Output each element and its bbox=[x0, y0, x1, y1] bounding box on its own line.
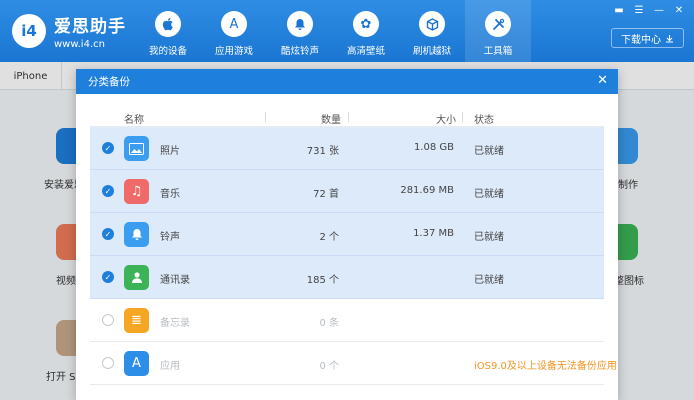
app-logo: i4 爱思助手 www.i4.cn bbox=[12, 12, 126, 50]
row-count: 72 首 bbox=[313, 189, 339, 200]
row-status: 已就绪 bbox=[474, 275, 504, 286]
appstore-icon: A bbox=[221, 11, 247, 37]
download-icon bbox=[666, 34, 673, 43]
table-row-apps: A 应用 0 个 iOS9.0及以上设备无法备份应用 bbox=[90, 342, 617, 385]
column-name-header[interactable]: 名称 bbox=[124, 111, 144, 126]
top-bar: i4 爱思助手 www.i4.cn 我的设备 A 应用游戏 酷炫铃声 ✿ 高清壁… bbox=[0, 0, 694, 62]
table-row-photos[interactable]: ✓ 照片 731 张 1.08 GB 已就绪 bbox=[90, 127, 604, 170]
row-count: 0 条 bbox=[319, 318, 339, 329]
row-count: 0 个 bbox=[319, 361, 339, 372]
main-nav: 我的设备 A 应用游戏 酷炫铃声 ✿ 高清壁纸 刷机越狱 工具箱 bbox=[135, 0, 531, 62]
checkbox-unchecked-icon bbox=[102, 357, 114, 369]
logo-badge: i4 bbox=[12, 14, 46, 48]
download-center-label: 下载中心 bbox=[621, 34, 661, 46]
row-count: 731 张 bbox=[306, 146, 339, 157]
row-name: 应用 bbox=[160, 361, 180, 372]
window-controls: ▬ ☰ — ✕ bbox=[612, 4, 686, 16]
column-divider bbox=[265, 112, 266, 122]
row-size: 1.08 GB bbox=[413, 142, 454, 153]
app-name: 爱思助手 bbox=[54, 17, 126, 37]
dialog-title: 分类备份 bbox=[88, 76, 130, 88]
backup-table: 名称 数量 大小 状态 ✓ 照片 731 张 1.08 GB 已就绪 ✓ ♫ 音… bbox=[90, 107, 617, 385]
column-divider bbox=[462, 112, 463, 122]
row-status: 已就绪 bbox=[474, 232, 504, 243]
row-name: 备忘录 bbox=[160, 318, 190, 329]
nav-flash-jailbreak[interactable]: 刷机越狱 bbox=[399, 0, 465, 62]
flower-icon: ✿ bbox=[353, 11, 379, 37]
checkbox-checked-icon[interactable]: ✓ bbox=[102, 142, 114, 154]
checkbox-checked-icon[interactable]: ✓ bbox=[102, 271, 114, 283]
nav-ringtones[interactable]: 酷炫铃声 bbox=[267, 0, 333, 62]
skin-icon[interactable]: ▬ bbox=[612, 4, 626, 16]
tools-icon bbox=[485, 11, 511, 37]
contacts-icon bbox=[124, 265, 149, 290]
notes-icon: ≣ bbox=[124, 308, 149, 333]
nav-toolbox[interactable]: 工具箱 bbox=[465, 0, 531, 62]
row-status: 已就绪 bbox=[474, 189, 504, 200]
row-size: 1.37 MB bbox=[413, 228, 454, 239]
nav-label: 工具箱 bbox=[483, 46, 513, 57]
row-name: 照片 bbox=[160, 146, 180, 157]
checkbox-checked-icon[interactable]: ✓ bbox=[102, 228, 114, 240]
checkbox-checked-icon[interactable]: ✓ bbox=[102, 185, 114, 197]
table-header: 名称 数量 大小 状态 bbox=[90, 107, 604, 127]
row-name: 铃声 bbox=[160, 232, 180, 243]
column-status-header[interactable]: 状态 bbox=[474, 111, 494, 126]
close-icon[interactable]: ✕ bbox=[597, 73, 608, 88]
column-count-header[interactable]: 数量 bbox=[321, 111, 341, 126]
ringtone-icon bbox=[124, 222, 149, 247]
checkbox-unchecked-icon bbox=[102, 314, 114, 326]
row-size: 281.69 MB bbox=[400, 185, 454, 196]
row-count: 2 个 bbox=[319, 232, 339, 243]
download-center-button[interactable]: 下载中心 bbox=[611, 28, 684, 48]
nav-label: 应用游戏 bbox=[214, 46, 253, 57]
row-name: 通讯录 bbox=[160, 275, 190, 286]
apps-icon: A bbox=[124, 351, 149, 376]
table-row-ringtones[interactable]: ✓ 铃声 2 个 1.37 MB 已就绪 bbox=[90, 213, 604, 256]
box-icon bbox=[419, 11, 445, 37]
minimize-icon[interactable]: — bbox=[652, 4, 666, 16]
nav-label: 我的设备 bbox=[148, 46, 187, 57]
row-count: 185 个 bbox=[306, 275, 339, 286]
table-row-music[interactable]: ✓ ♫ 音乐 72 首 281.69 MB 已就绪 bbox=[90, 170, 604, 213]
table-row-notes: ≣ 备忘录 0 条 bbox=[90, 299, 604, 342]
nav-apps-games[interactable]: A 应用游戏 bbox=[201, 0, 267, 62]
dialog-header: 分类备份 ✕ bbox=[76, 69, 618, 94]
nav-my-device[interactable]: 我的设备 bbox=[135, 0, 201, 62]
close-window-icon[interactable]: ✕ bbox=[672, 4, 686, 16]
row-name: 音乐 bbox=[160, 189, 180, 200]
photos-icon bbox=[124, 136, 149, 161]
nav-label: 酷炫铃声 bbox=[280, 46, 319, 57]
nav-label: 刷机越狱 bbox=[412, 46, 451, 57]
table-row-contacts[interactable]: ✓ 通讯录 185 个 已就绪 bbox=[90, 256, 604, 299]
nav-wallpapers[interactable]: ✿ 高清壁纸 bbox=[333, 0, 399, 62]
row-status-warning: iOS9.0及以上设备无法备份应用 bbox=[474, 361, 617, 372]
column-size-header[interactable]: 大小 bbox=[436, 111, 456, 126]
music-icon: ♫ bbox=[124, 179, 149, 204]
nav-label: 高清壁纸 bbox=[346, 46, 385, 57]
apple-icon bbox=[155, 11, 181, 37]
bell-icon bbox=[287, 11, 313, 37]
category-backup-dialog: 分类备份 ✕ 名称 数量 大小 状态 ✓ 照片 731 张 1.08 GB 已就… bbox=[76, 69, 618, 400]
menu-icon[interactable]: ☰ bbox=[632, 4, 646, 16]
column-divider bbox=[348, 112, 349, 122]
row-status: 已就绪 bbox=[474, 146, 504, 157]
app-url: www.i4.cn bbox=[54, 39, 105, 50]
